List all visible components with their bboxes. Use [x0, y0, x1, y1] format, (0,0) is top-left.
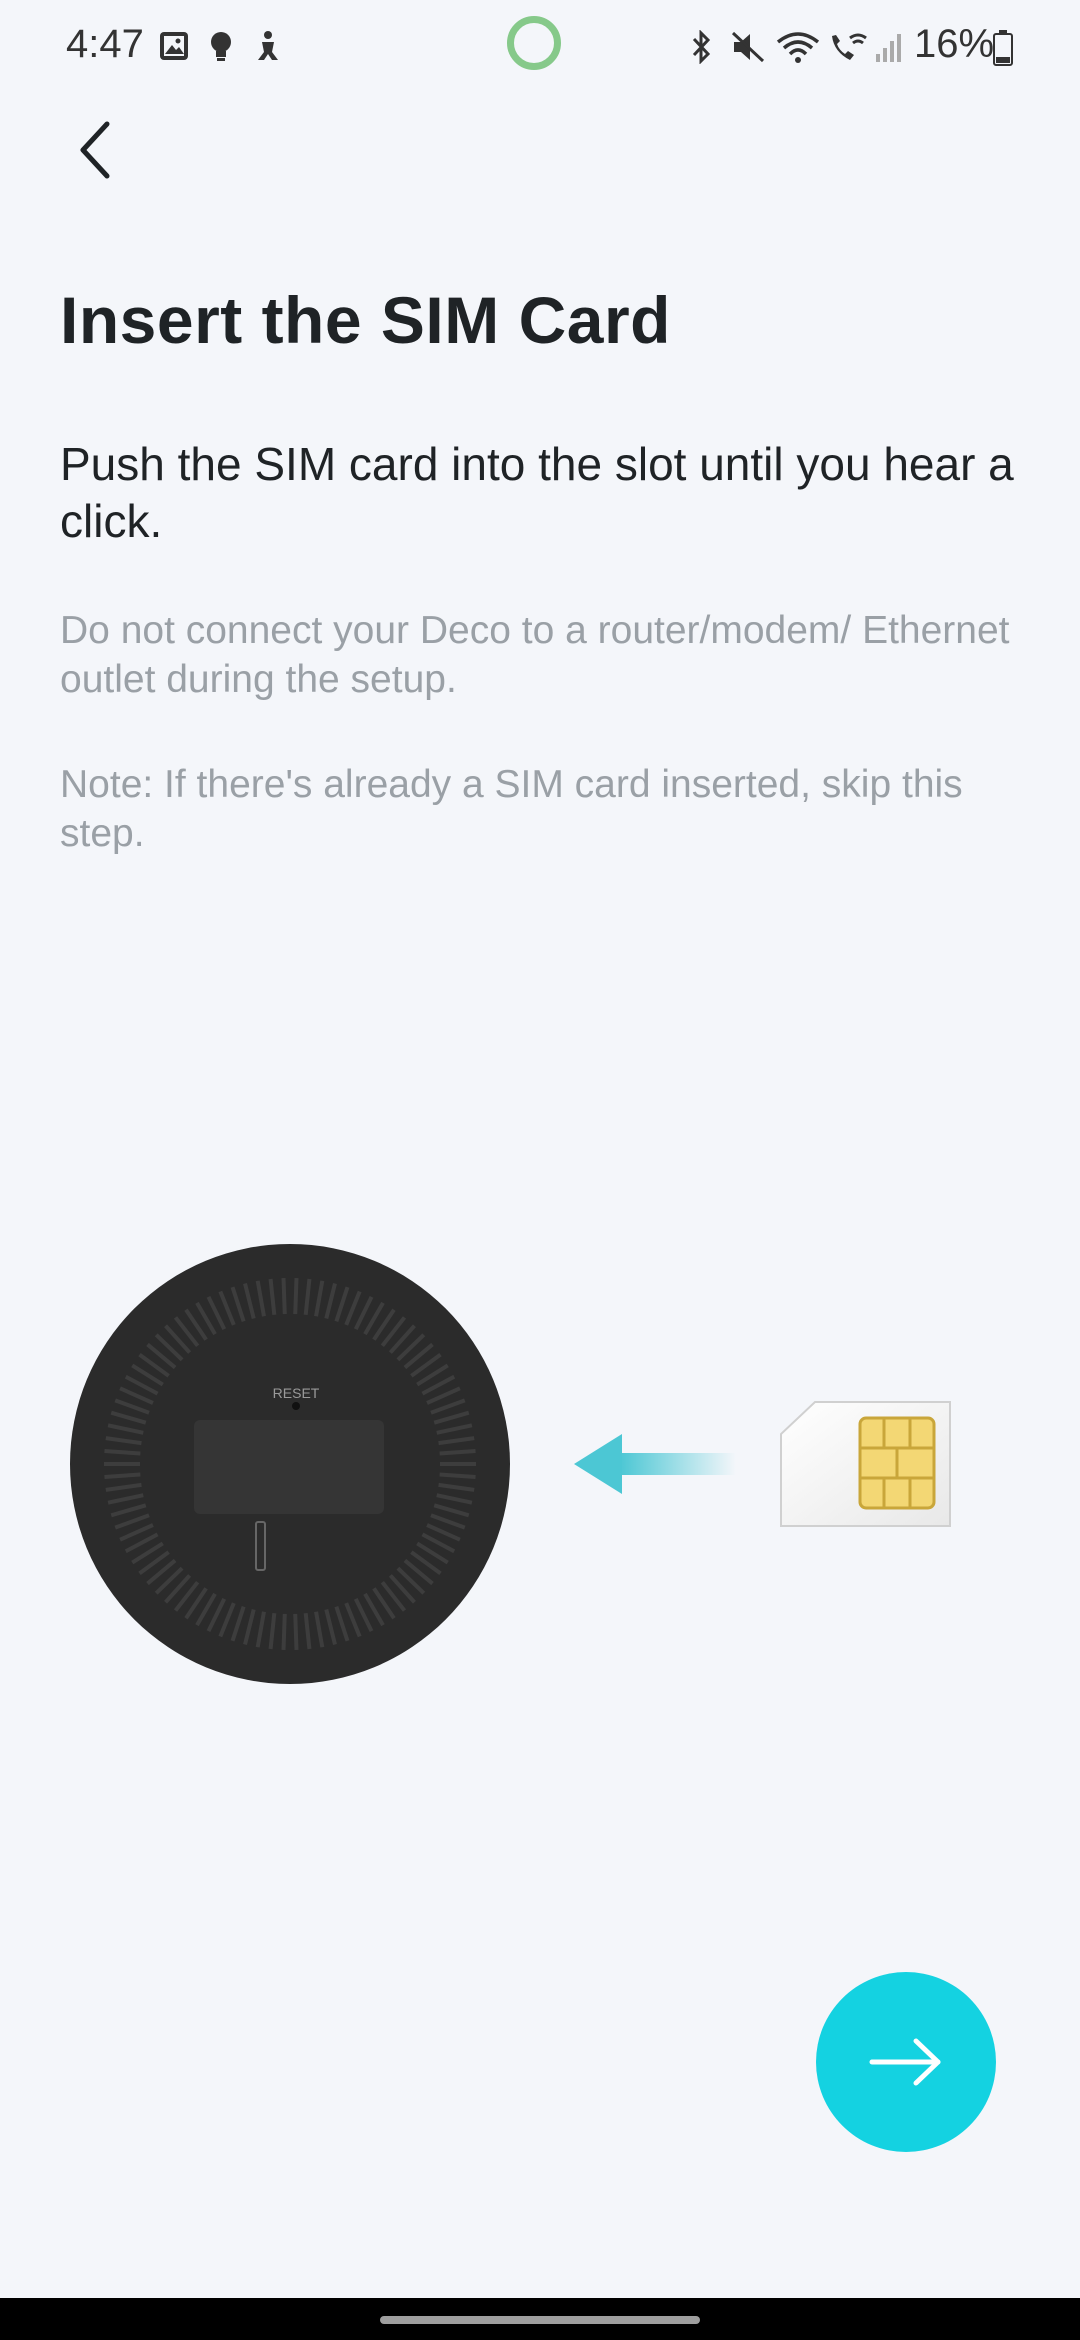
status-bar: 4:47 16%: [0, 0, 1080, 96]
device-vent-tick: [104, 1472, 141, 1479]
signal-icon: [876, 34, 901, 62]
sim-insert-illustration: RESET: [70, 1244, 951, 1684]
device-vent-tick: [104, 1449, 141, 1456]
battery-icon: [993, 30, 1013, 66]
recording-indicator: [507, 16, 561, 70]
sim-chip: [858, 1416, 936, 1510]
device-vent-tick: [281, 1613, 287, 1650]
device-vent-tick: [293, 1613, 299, 1650]
reset-label: RESET: [273, 1385, 320, 1401]
mute-icon: [731, 31, 765, 63]
bulb-icon: [211, 32, 231, 61]
page-title: Insert the SIM Card: [60, 283, 671, 357]
warning-text: Do not connect your Deco to a router/mod…: [60, 609, 1010, 701]
home-gesture-handle[interactable]: [380, 2316, 700, 2324]
next-button[interactable]: [816, 1972, 996, 2152]
accessibility-icon: [258, 31, 278, 60]
sim-card: [780, 1401, 951, 1527]
deco-device: RESET: [70, 1244, 510, 1684]
wifi-icon: [776, 32, 820, 63]
battery-level: 16%: [914, 22, 995, 66]
note-text: Note: If there's already a SIM card inse…: [60, 763, 963, 855]
insert-arrow: [574, 1434, 736, 1494]
status-time: 4:47: [66, 22, 144, 66]
bluetooth-icon: [692, 30, 711, 64]
device-vent-tick: [281, 1278, 287, 1315]
device-vent-tick: [439, 1472, 476, 1479]
wifi-call-icon: [832, 33, 867, 60]
device-vent-tick: [439, 1449, 476, 1456]
chevron-left-icon: [80, 121, 110, 179]
instruction-text: Push the SIM card into the slot until yo…: [60, 438, 1014, 547]
back-button[interactable]: [60, 110, 130, 190]
gallery-icon: [160, 32, 188, 60]
device-vent-tick: [293, 1278, 299, 1315]
arrow-right-icon: [869, 2038, 941, 2086]
